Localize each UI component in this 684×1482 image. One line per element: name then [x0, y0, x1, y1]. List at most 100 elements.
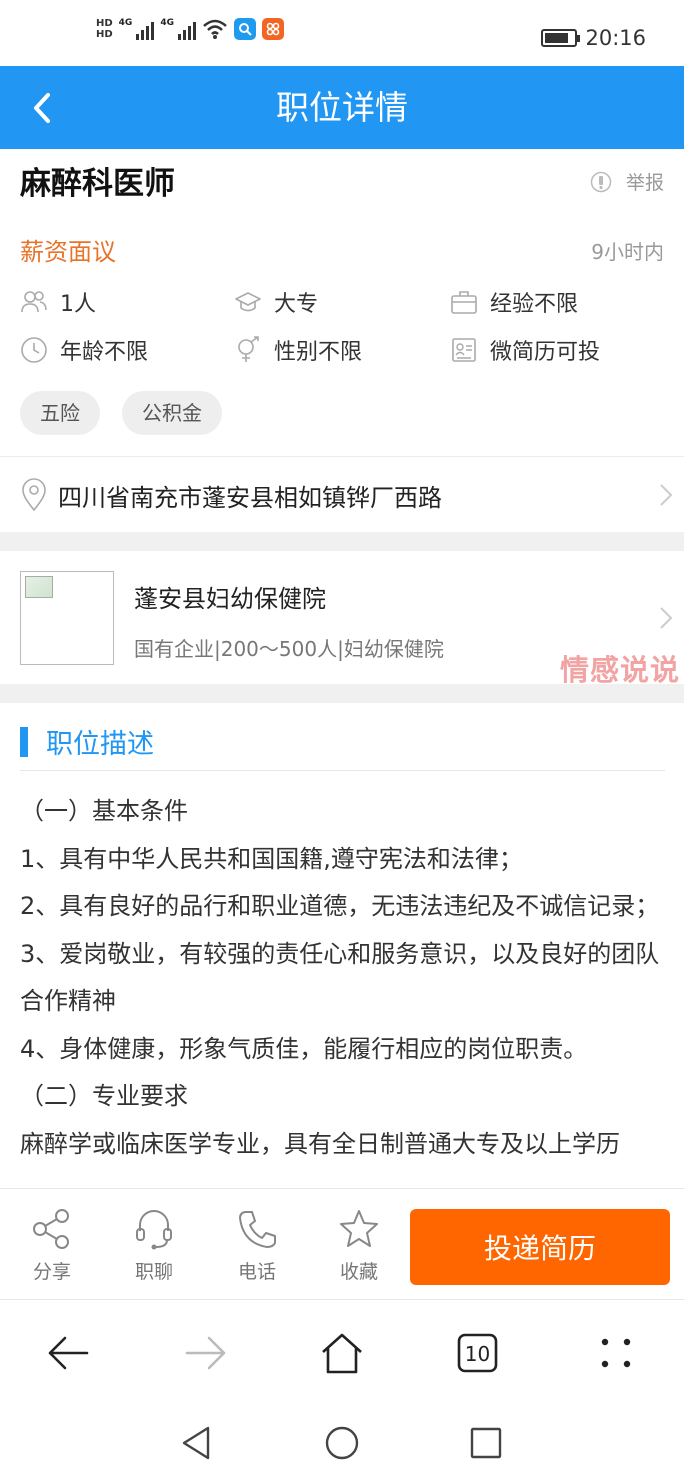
triangle-back-icon [182, 1426, 210, 1460]
page-title: 职位详情 [276, 88, 408, 127]
job-title: 麻醉科医师 [20, 166, 175, 202]
graduation-cap-icon [235, 292, 261, 312]
phone-label: 电话 [237, 1261, 276, 1283]
bottom-action-bar: 分享 职聊 电话 收藏 投递简历 [0, 1188, 684, 1300]
clock-icon [21, 337, 47, 363]
arrow-left-icon [48, 1336, 89, 1370]
circle-home-icon [325, 1426, 359, 1460]
benefit-tag: 五险 [20, 391, 100, 435]
people-icon [21, 291, 47, 313]
system-navigation [0, 1401, 684, 1482]
browser-forward-button[interactable] [184, 1331, 228, 1375]
favorite-button[interactable]: 收藏 [319, 1207, 399, 1284]
tab-count: 10 [465, 1342, 490, 1366]
status-bar: HD HD 4G 4G 20:16 [0, 0, 684, 66]
hd-indicators: HD HD [96, 18, 113, 40]
broken-image-icon [25, 576, 53, 598]
chevron-right-icon [660, 607, 673, 629]
home-icon [322, 1333, 362, 1374]
phone-icon [239, 1211, 276, 1248]
attr-text: 大专 [274, 292, 319, 317]
posted-time: 9小时内 [591, 240, 664, 264]
grid-app-icon [261, 18, 284, 40]
share-label: 分享 [32, 1261, 71, 1283]
hd-indicator-1: HD [96, 18, 113, 29]
report-button[interactable]: 举报 [590, 168, 664, 195]
headset-icon [136, 1210, 172, 1250]
description-line: 4、身体健康，形象气质佳，能履行相应的岗位职责。 [20, 1034, 588, 1063]
gender-icon [238, 336, 259, 362]
description-line: 麻醉学或临床医学专业，具有全日制普通大专及以上学历 [20, 1129, 620, 1158]
browser-tabs-button[interactable]: 10 [456, 1331, 500, 1375]
browser-home-button[interactable] [320, 1331, 364, 1375]
network-type-1: 4G [118, 18, 133, 28]
attr-resume: 微简历可投 [450, 334, 600, 366]
location-pin-icon [22, 478, 46, 512]
divider [0, 456, 684, 457]
chevron-right-icon [660, 484, 673, 506]
attr-text: 1人 [60, 292, 96, 317]
dots-menu-icon [601, 1338, 631, 1368]
browser-menu-button[interactable] [594, 1331, 638, 1375]
signal-1-icon: 4G [119, 18, 155, 40]
section-gap [0, 532, 684, 551]
section-gap [0, 684, 684, 703]
share-button[interactable]: 分享 [12, 1207, 92, 1284]
description-heading: 职位描述 [20, 722, 154, 761]
company-name: 蓬安县妇幼保健院 [134, 585, 326, 613]
wifi-icon [203, 19, 227, 39]
description-line: （一）基本条件 [20, 797, 188, 825]
app-header: 职位详情 [0, 66, 684, 149]
watermark-text: 情感说说 [559, 653, 680, 687]
chat-label: 职聊 [134, 1261, 173, 1283]
battery-icon [541, 29, 581, 47]
resume-icon [452, 338, 476, 362]
attr-text: 性别不限 [274, 340, 363, 365]
apply-resume-button[interactable]: 投递简历 [410, 1209, 670, 1285]
system-home-button[interactable] [322, 1423, 362, 1463]
report-label: 举报 [625, 172, 664, 194]
browser-back-button[interactable] [46, 1331, 90, 1375]
description-line: （二）专业要求 [20, 1082, 188, 1110]
signal-2-icon: 4G [160, 18, 196, 40]
attr-experience: 经验不限 [450, 286, 578, 318]
divider [20, 770, 665, 771]
attr-text: 经验不限 [490, 292, 579, 317]
arrow-right-icon [185, 1336, 226, 1370]
attr-gender: 性别不限 [234, 334, 362, 366]
attr-age: 年龄不限 [20, 334, 148, 366]
attr-text: 年龄不限 [60, 340, 149, 365]
network-type-2: 4G [160, 18, 174, 28]
tabs-icon: 10 [457, 1333, 498, 1373]
address-row[interactable]: 四川省南充市蓬安县相如镇铧厂西路 [0, 458, 684, 532]
phone-button[interactable]: 电话 [217, 1207, 297, 1284]
share-icon [33, 1209, 69, 1249]
system-recents-button[interactable] [466, 1423, 506, 1463]
benefit-tag: 公积金 [122, 391, 222, 435]
hd-indicator-2: HD [96, 29, 113, 40]
chat-button[interactable]: 职聊 [114, 1207, 194, 1284]
favorite-label: 收藏 [339, 1261, 378, 1283]
system-back-button[interactable] [176, 1423, 216, 1463]
square-recents-icon [470, 1427, 502, 1459]
attr-text: 微简历可投 [490, 340, 601, 365]
briefcase-icon [451, 291, 477, 314]
clock-time: 20:16 [585, 26, 646, 50]
company-card[interactable]: 蓬安县妇幼保健院 国有企业|200～500人|妇幼保健院 情感说说 [0, 551, 684, 687]
browser-navigation: 10 [0, 1301, 684, 1401]
description-body: （一）基本条件 1、具有中华人民共和国国籍,遵守宪法和法律； 2、具有良好的品行… [20, 788, 668, 1188]
attr-education: 大专 [234, 286, 318, 318]
status-left: HD HD 4G 4G [96, 18, 284, 40]
company-logo [20, 571, 114, 665]
search-app-icon [233, 18, 256, 40]
heading-accent-bar [20, 726, 28, 757]
description-line: 2、具有良好的品行和职业道德，无违法违纪及不诚信记录； [20, 892, 660, 920]
status-right: 20:16 [541, 26, 646, 50]
company-info: 国有企业|200～500人|妇幼保健院 [134, 637, 444, 661]
description-title: 职位描述 [46, 729, 154, 760]
attr-headcount: 1人 [20, 286, 96, 318]
salary: 薪资面议 [20, 238, 116, 266]
description-line: 3、爱岗敬业，有较强的责任心和服务意识，以及良好的团队合作精神 [20, 939, 660, 1016]
description-line: 1、具有中华人民共和国国籍,遵守宪法和法律； [20, 844, 523, 873]
address-text: 四川省南充市蓬安县相如镇铧厂西路 [58, 483, 442, 512]
